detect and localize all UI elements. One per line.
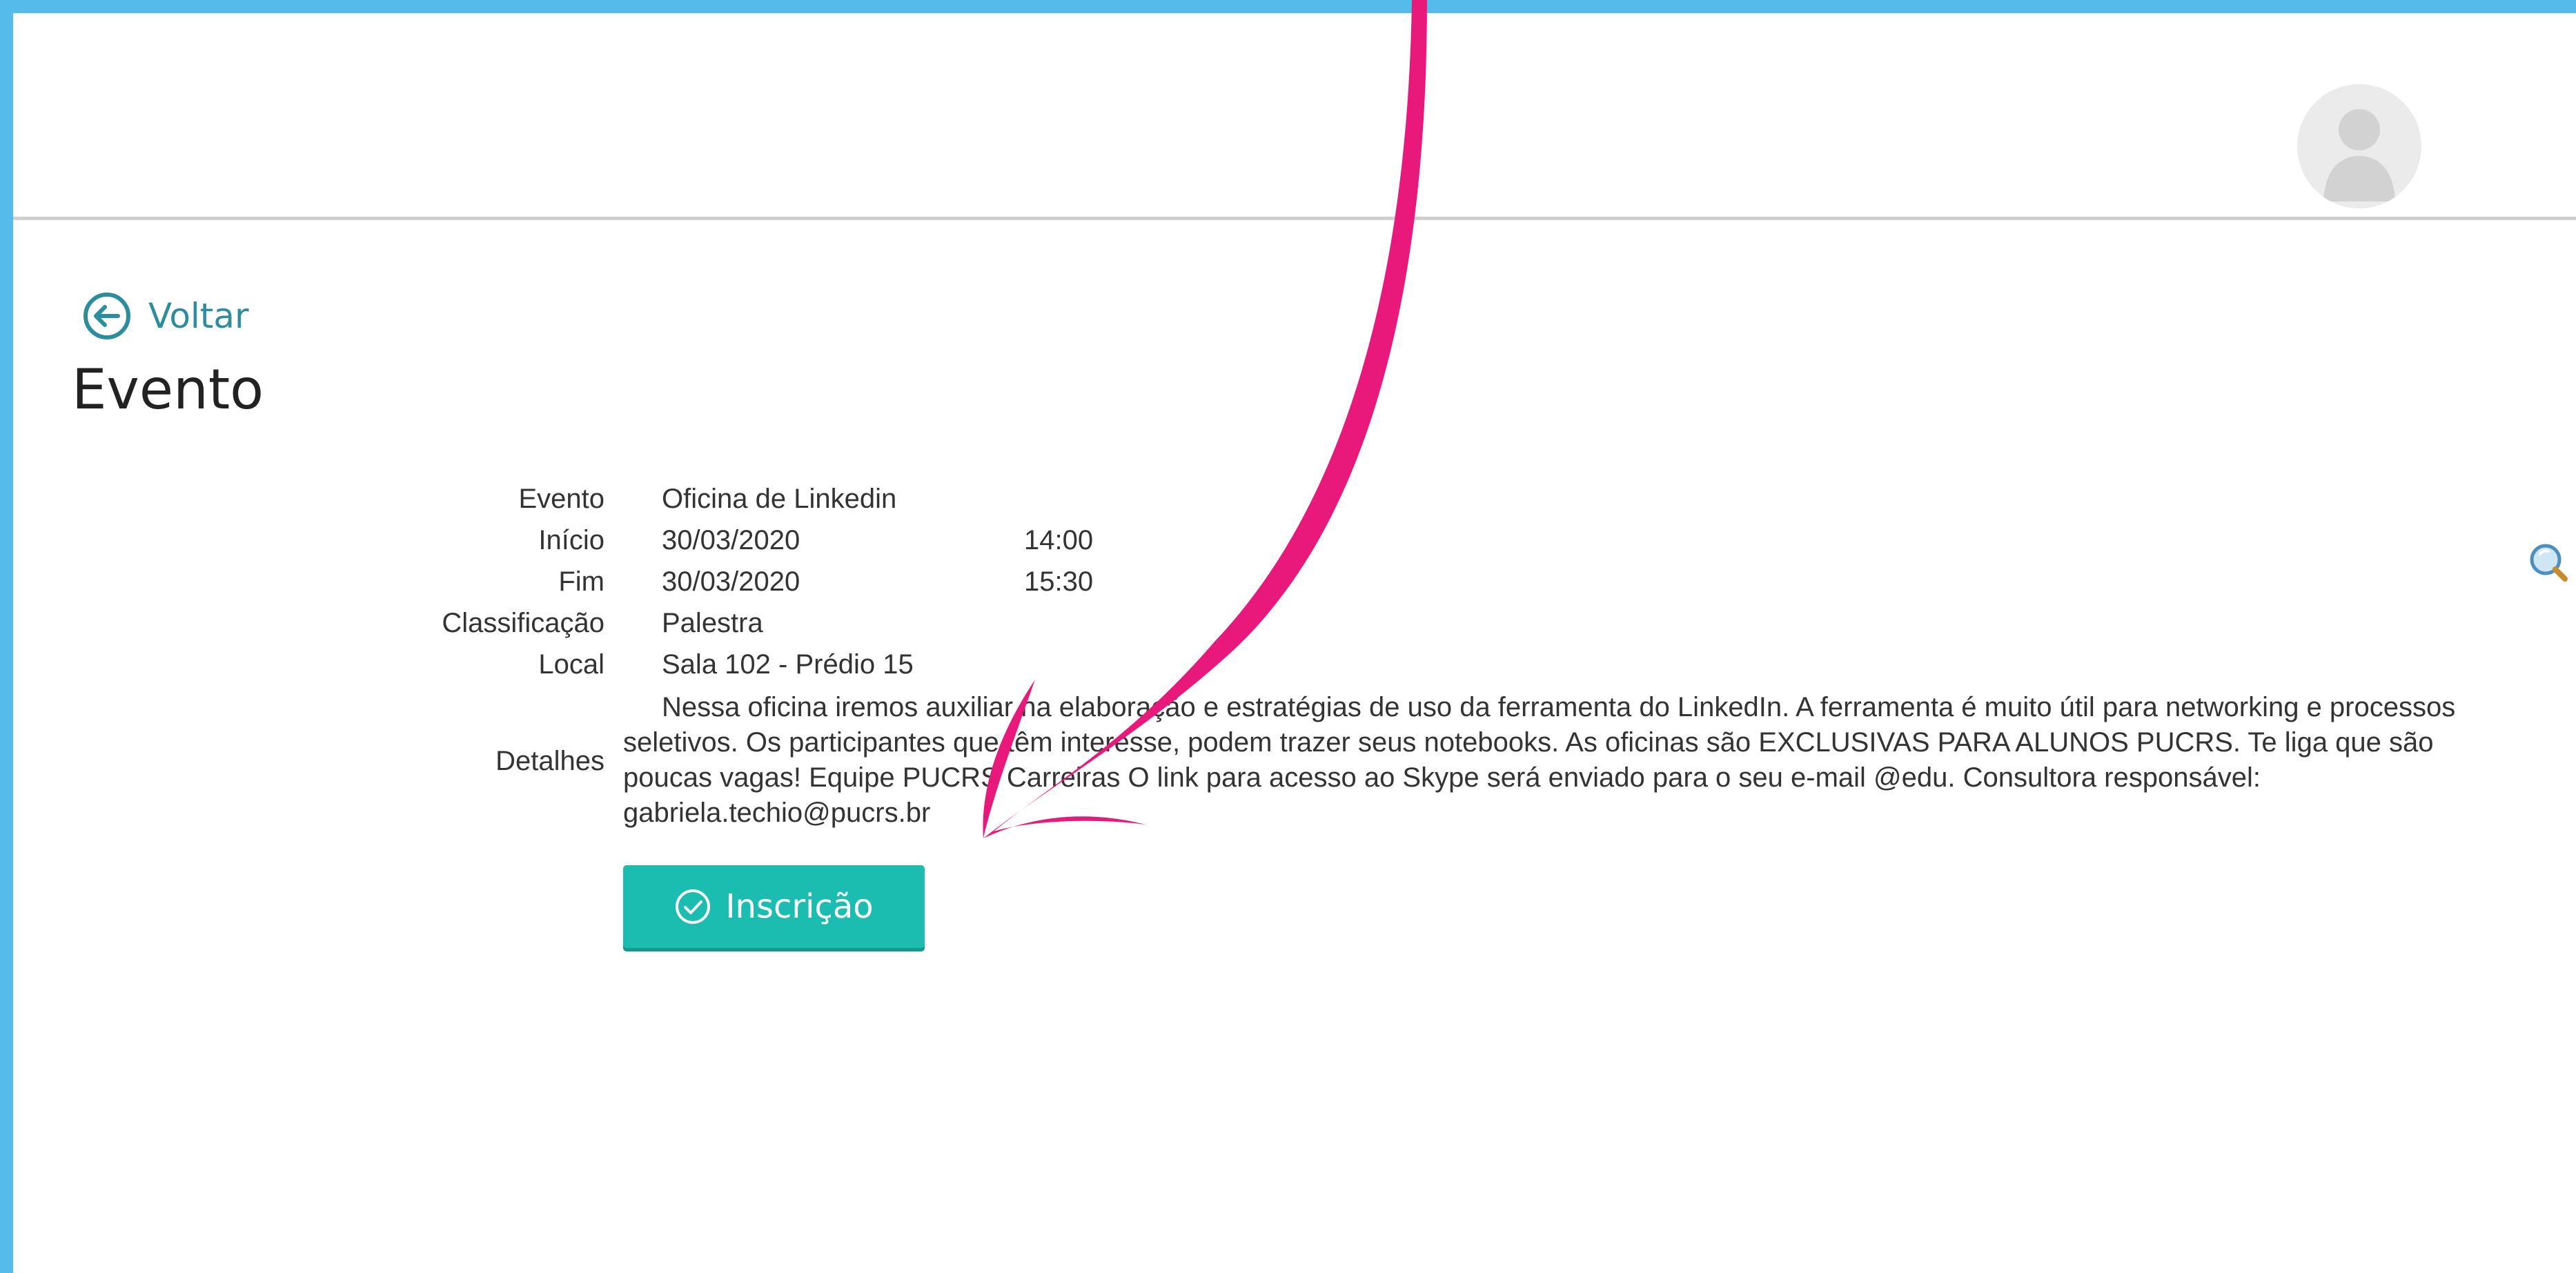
arrow-left-circle-icon — [82, 291, 132, 341]
details-label: Detalhes — [495, 746, 604, 776]
details-text-content: Nessa oficina iremos auxiliar na elabora… — [623, 692, 2456, 828]
annotation-arrow — [983, 0, 1427, 838]
frame-left-border — [0, 0, 13, 1273]
user-avatar-icon[interactable] — [2297, 84, 2421, 208]
end-date-value: 30/03/2020 — [662, 566, 800, 597]
back-label: Voltar — [148, 296, 249, 336]
start-date-value: 30/03/2020 — [662, 525, 800, 555]
event-name-value: Oficina de Linkedin — [662, 484, 897, 514]
header-divider — [13, 217, 2576, 220]
classification-label: Classificação — [442, 608, 604, 638]
page-title: Evento — [72, 357, 264, 422]
check-circle-icon — [674, 888, 711, 925]
start-label: Início — [538, 525, 604, 555]
start-time-value: 14:00 — [1024, 525, 1094, 555]
end-time-value: 15:30 — [1024, 566, 1094, 597]
event-name-label: Evento — [518, 484, 604, 514]
end-label: Fim — [558, 566, 604, 597]
location-label: Local — [538, 649, 604, 680]
back-link[interactable]: Voltar — [82, 290, 249, 342]
location-value: Sala 102 - Prédio 15 — [662, 649, 914, 680]
frame-top-border — [0, 0, 2576, 13]
magnifier-icon[interactable] — [2526, 542, 2576, 584]
classification-value: Palestra — [662, 608, 763, 638]
subscribe-button[interactable]: Inscrição — [623, 865, 925, 948]
details-text: Nessa oficina iremos auxiliar na elabora… — [623, 690, 2514, 831]
subscribe-label: Inscrição — [725, 887, 874, 926]
